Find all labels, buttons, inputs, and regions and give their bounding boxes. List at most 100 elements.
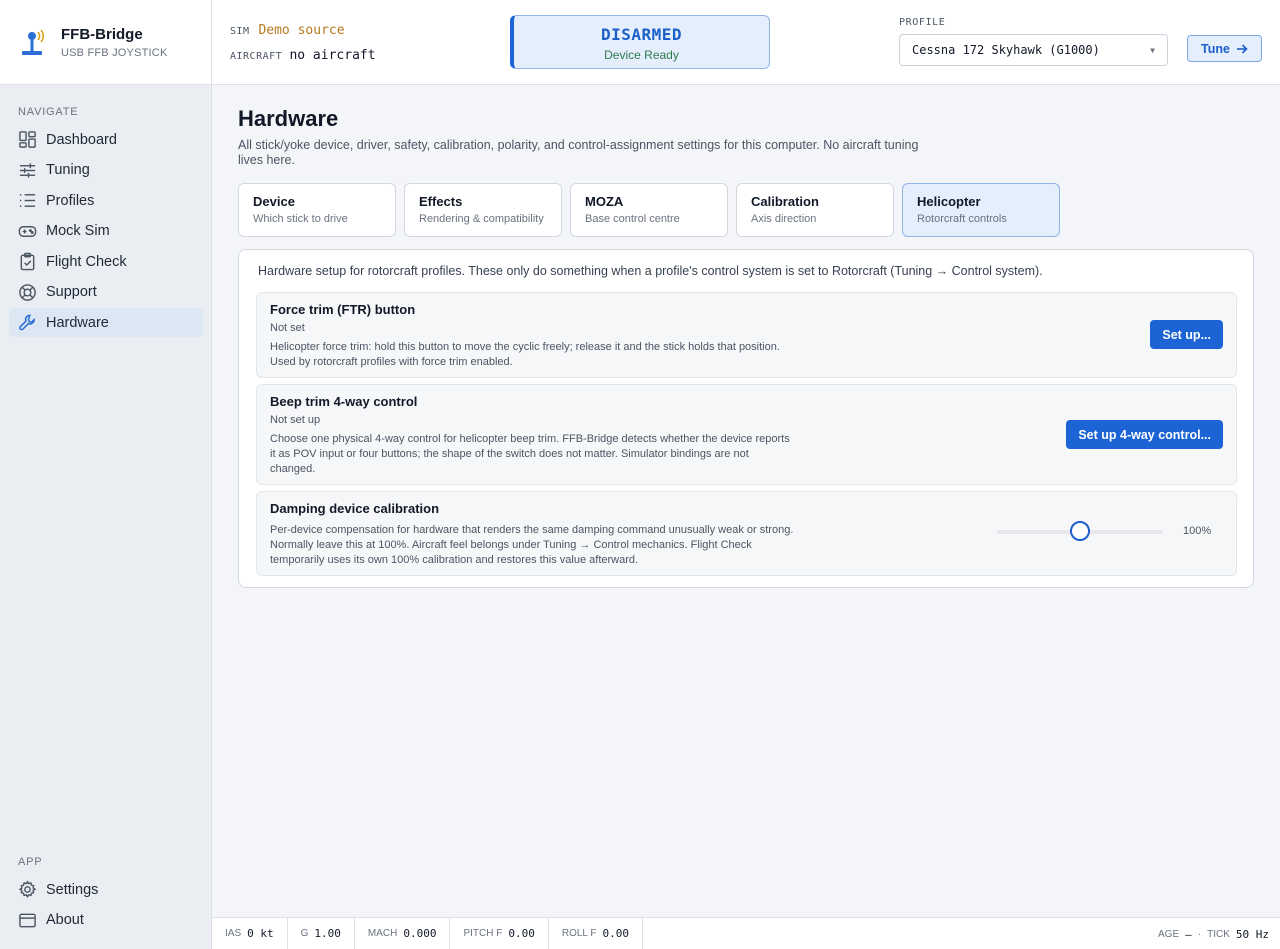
nav-item-tuning[interactable]: Tuning <box>9 156 203 185</box>
device-status: Device Ready <box>604 48 679 62</box>
brand: FFB-Bridge USB FFB JOYSTICK <box>0 0 211 85</box>
nav-heading: NAVIGATE <box>18 106 79 118</box>
sim-key: SIM <box>230 26 250 37</box>
beep-trim-row: Beep trim 4-way control Not set up Choos… <box>256 384 1237 485</box>
nav-label: Support <box>46 284 97 300</box>
nav-item-profiles[interactable]: Profiles <box>9 186 203 215</box>
nav-label: Hardware <box>46 314 109 331</box>
nav-item-about[interactable]: About <box>9 906 203 935</box>
arm-status-badge[interactable]: DISARMED Device Ready <box>510 15 770 69</box>
tab-title: Helicopter <box>917 194 981 209</box>
aircraft-readout: AIRCRAFT no aircraft <box>230 46 376 64</box>
telemetry-value: 1.00 <box>314 927 341 940</box>
tab-effects[interactable]: Effects Rendering & compatibility <box>404 183 562 237</box>
telemetry-key: ROLL F <box>561 928 597 939</box>
nav-label: Profiles <box>46 192 95 209</box>
damping-slider[interactable] <box>997 521 1163 541</box>
slider-fill <box>997 530 1080 534</box>
tab-title: Effects <box>419 194 463 209</box>
panel-intro: Hardware setup for rotorcraft profiles. … <box>258 264 1043 278</box>
app-nav-list: Settings About <box>9 875 203 936</box>
aircraft-key: AIRCRAFT <box>230 51 283 62</box>
tune-label: Tune <box>1201 41 1230 56</box>
telemetry-key: MACH <box>367 928 398 939</box>
tab-moza[interactable]: MOZA Base control centre <box>570 183 728 237</box>
tick-key: TICK <box>1207 928 1230 940</box>
footer-status: AGE — · TICK 50 Hz <box>1158 918 1269 949</box>
profile-label: PROFILE <box>899 17 946 28</box>
telemetry-mach: MACH 0.000 <box>355 917 451 949</box>
telemetry-ias: IAS 0 kt <box>212 917 288 949</box>
page-title: Hardware <box>238 106 339 131</box>
nav-item-settings[interactable]: Settings <box>9 875 203 904</box>
page-description: All stick/yoke device, driver, safety, c… <box>238 138 919 167</box>
sliders-icon <box>19 162 36 178</box>
app-name: FFB-Bridge <box>61 25 143 43</box>
nav-item-mock-sim[interactable]: Mock Sim <box>9 217 203 246</box>
row-title: Force trim (FTR) button <box>270 302 416 317</box>
telemetry-key: IAS <box>225 928 242 939</box>
clipboard-check-icon <box>20 252 35 271</box>
lifebuoy-icon <box>19 283 36 301</box>
damping-value: 100% <box>1183 525 1212 537</box>
row-state: Not set <box>270 322 305 334</box>
app-subtitle: USB FFB JOYSTICK <box>61 46 168 59</box>
tab-title: MOZA <box>585 194 624 209</box>
nav-item-dashboard[interactable]: Dashboard <box>9 125 203 154</box>
telemetry-g: G 1.00 <box>288 917 355 949</box>
telemetry-key: G <box>300 928 309 939</box>
helicopter-panel: Hardware setup for rotorcraft profiles. … <box>238 249 1254 588</box>
row-description: Per-device compensation for hardware tha… <box>270 524 794 566</box>
nav-item-support[interactable]: Support <box>9 278 203 307</box>
sim-value: Demo source <box>258 23 345 38</box>
tab-title: Device <box>253 194 295 209</box>
telemetry-value: 0.00 <box>602 927 630 940</box>
damping-calibration-row: Damping device calibration Per-device co… <box>256 491 1237 576</box>
age-key: AGE <box>1158 928 1180 940</box>
nav-item-flight-check[interactable]: Flight Check <box>9 247 203 276</box>
arrow-right-icon <box>1236 43 1248 54</box>
tab-subtitle: Rendering & compatibility <box>419 213 544 225</box>
beep-trim-setup-button[interactable]: Set up 4-way control... <box>1066 420 1223 449</box>
top-bar: SIM Demo source AIRCRAFT no aircraft DIS… <box>212 0 1280 85</box>
tab-helicopter[interactable]: Helicopter Rotorcraft controls <box>902 183 1060 237</box>
sim-readout: SIM Demo source <box>230 21 345 39</box>
nav-label: Dashboard <box>46 131 117 148</box>
tab-device[interactable]: Device Which stick to drive <box>238 183 396 237</box>
gamepad-icon <box>18 225 37 237</box>
age-value: — <box>1185 927 1192 941</box>
force-trim-row: Force trim (FTR) button Not set Helicopt… <box>256 292 1237 378</box>
slider-handle[interactable] <box>1070 521 1090 541</box>
profile-select[interactable]: Cessna 172 Skyhawk (G1000) ▼ <box>899 34 1168 66</box>
row-title: Damping device calibration <box>270 501 440 516</box>
row-description: Choose one physical 4-way control for he… <box>270 433 790 475</box>
sidebar: FFB-Bridge USB FFB JOYSTICK NAVIGATE Das… <box>0 0 212 949</box>
arm-status-title: DISARMED <box>600 25 683 44</box>
aircraft-value: no aircraft <box>289 48 376 63</box>
separator: · <box>1197 928 1202 940</box>
telemetry-value: 0.00 <box>508 927 535 940</box>
tab-title: Calibration <box>751 194 819 209</box>
telemetry-value: 0 kt <box>247 927 274 940</box>
tune-button[interactable]: Tune <box>1187 35 1262 62</box>
tab-calibration[interactable]: Calibration Axis direction <box>736 183 894 237</box>
nav-label: Tuning <box>46 162 90 178</box>
chevron-down-icon: ▼ <box>1150 45 1155 55</box>
gear-icon <box>18 880 37 899</box>
telemetry-bar: IAS 0 kt G 1.00 MACH 0.000 PITCH F 0.00 ROLL… <box>212 917 1280 949</box>
list-icon <box>19 194 36 207</box>
force-trim-setup-button[interactable]: Set up... <box>1150 320 1223 349</box>
nav-label: Mock Sim <box>46 223 110 239</box>
window-icon <box>19 913 36 927</box>
hardware-tabs: Device Which stick to drive Effects Rend… <box>238 183 1254 237</box>
row-title: Beep trim 4-way control <box>270 394 418 409</box>
nav-item-hardware[interactable]: Hardware <box>9 308 203 337</box>
tick-value: 50 Hz <box>1235 927 1269 941</box>
tab-subtitle: Rotorcraft controls <box>917 213 1007 225</box>
wrench-icon <box>19 314 35 331</box>
main-content: Hardware All stick/yoke device, driver, … <box>238 85 1254 588</box>
nav-label: Settings <box>46 881 99 898</box>
nav-label: Flight Check <box>46 253 127 270</box>
tab-subtitle: Which stick to drive <box>253 213 348 225</box>
telemetry-pitch-force: PITCH F 0.00 <box>450 917 549 949</box>
